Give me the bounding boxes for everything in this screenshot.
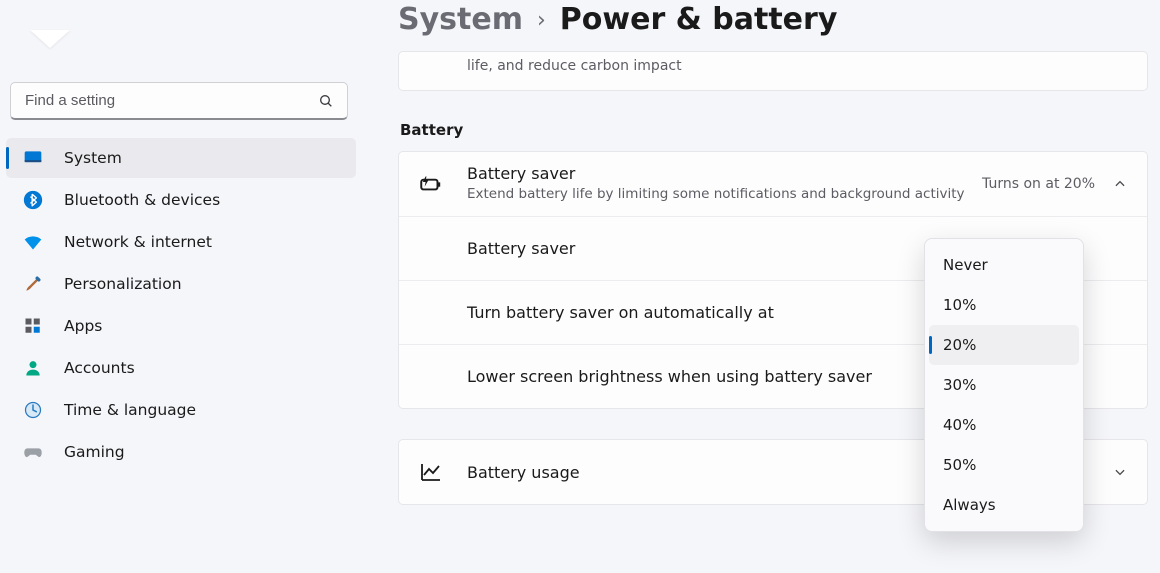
dropdown-option-50[interactable]: 50% — [929, 445, 1079, 485]
breadcrumb: System › Power & battery — [398, 2, 1148, 37]
dropdown-option-always[interactable]: Always — [929, 485, 1079, 525]
sidebar-item-time-language[interactable]: Time & language — [6, 390, 356, 430]
dropdown-option-30[interactable]: 30% — [929, 365, 1079, 405]
main-content: System › Power & battery life, and reduc… — [362, 0, 1160, 573]
person-icon — [22, 357, 44, 379]
breadcrumb-parent[interactable]: System — [398, 2, 523, 37]
chart-line-icon — [417, 458, 445, 486]
sidebar-item-label: Bluetooth & devices — [64, 191, 220, 209]
dropdown-option-10[interactable]: 10% — [929, 285, 1079, 325]
account-chevron-icon — [30, 30, 70, 52]
chevron-right-icon: › — [537, 8, 546, 33]
sidebar-item-personalization[interactable]: Personalization — [6, 264, 356, 304]
sidebar-item-gaming[interactable]: Gaming — [6, 432, 356, 472]
breadcrumb-current: Power & battery — [560, 2, 838, 37]
sidebar: System Bluetooth & devices Network & int… — [0, 0, 362, 573]
battery-saver-header-row[interactable]: Battery saver Extend battery life by lim… — [399, 152, 1147, 216]
sidebar-item-accounts[interactable]: Accounts — [6, 348, 356, 388]
sidebar-item-bluetooth[interactable]: Bluetooth & devices — [6, 180, 356, 220]
display-icon — [22, 147, 44, 169]
battery-saver-status: Turns on at 20% — [982, 176, 1095, 192]
sidebar-item-label: Gaming — [64, 443, 125, 461]
sidebar-item-label: Time & language — [64, 401, 196, 419]
sidebar-item-system[interactable]: System — [6, 138, 356, 178]
battery-saver-title: Battery saver — [467, 164, 982, 183]
section-battery-label: Battery — [400, 121, 1148, 139]
sidebar-item-label: Network & internet — [64, 233, 212, 251]
sidebar-item-network[interactable]: Network & internet — [6, 222, 356, 262]
bluetooth-icon — [22, 189, 44, 211]
battery-saver-subtitle: Extend battery life by limiting some not… — [467, 185, 982, 203]
auto-threshold-dropdown: Never 10% 20% 30% 40% 50% Always — [924, 238, 1084, 532]
wifi-icon — [22, 231, 44, 253]
sidebar-item-label: Apps — [64, 317, 102, 335]
search-icon — [318, 93, 334, 109]
battery-saver-icon — [417, 170, 445, 198]
sidebar-item-label: Personalization — [64, 275, 182, 293]
clock-globe-icon — [22, 399, 44, 421]
sidebar-item-apps[interactable]: Apps — [6, 306, 356, 346]
apps-icon — [22, 315, 44, 337]
sidebar-item-label: Accounts — [64, 359, 135, 377]
dropdown-option-40[interactable]: 40% — [929, 405, 1079, 445]
dropdown-option-never[interactable]: Never — [929, 245, 1079, 285]
sidebar-item-label: System — [64, 149, 122, 167]
chevron-up-icon — [1113, 177, 1127, 191]
search-container — [10, 82, 348, 120]
paintbrush-icon — [22, 273, 44, 295]
gamepad-icon — [22, 441, 44, 463]
sidebar-nav: System Bluetooth & devices Network & int… — [6, 138, 356, 472]
search-input[interactable] — [10, 82, 348, 120]
energy-tip-fragment: life, and reduce carbon impact — [398, 51, 1148, 91]
dropdown-option-20[interactable]: 20% — [929, 325, 1079, 365]
chevron-down-icon — [1113, 465, 1127, 479]
